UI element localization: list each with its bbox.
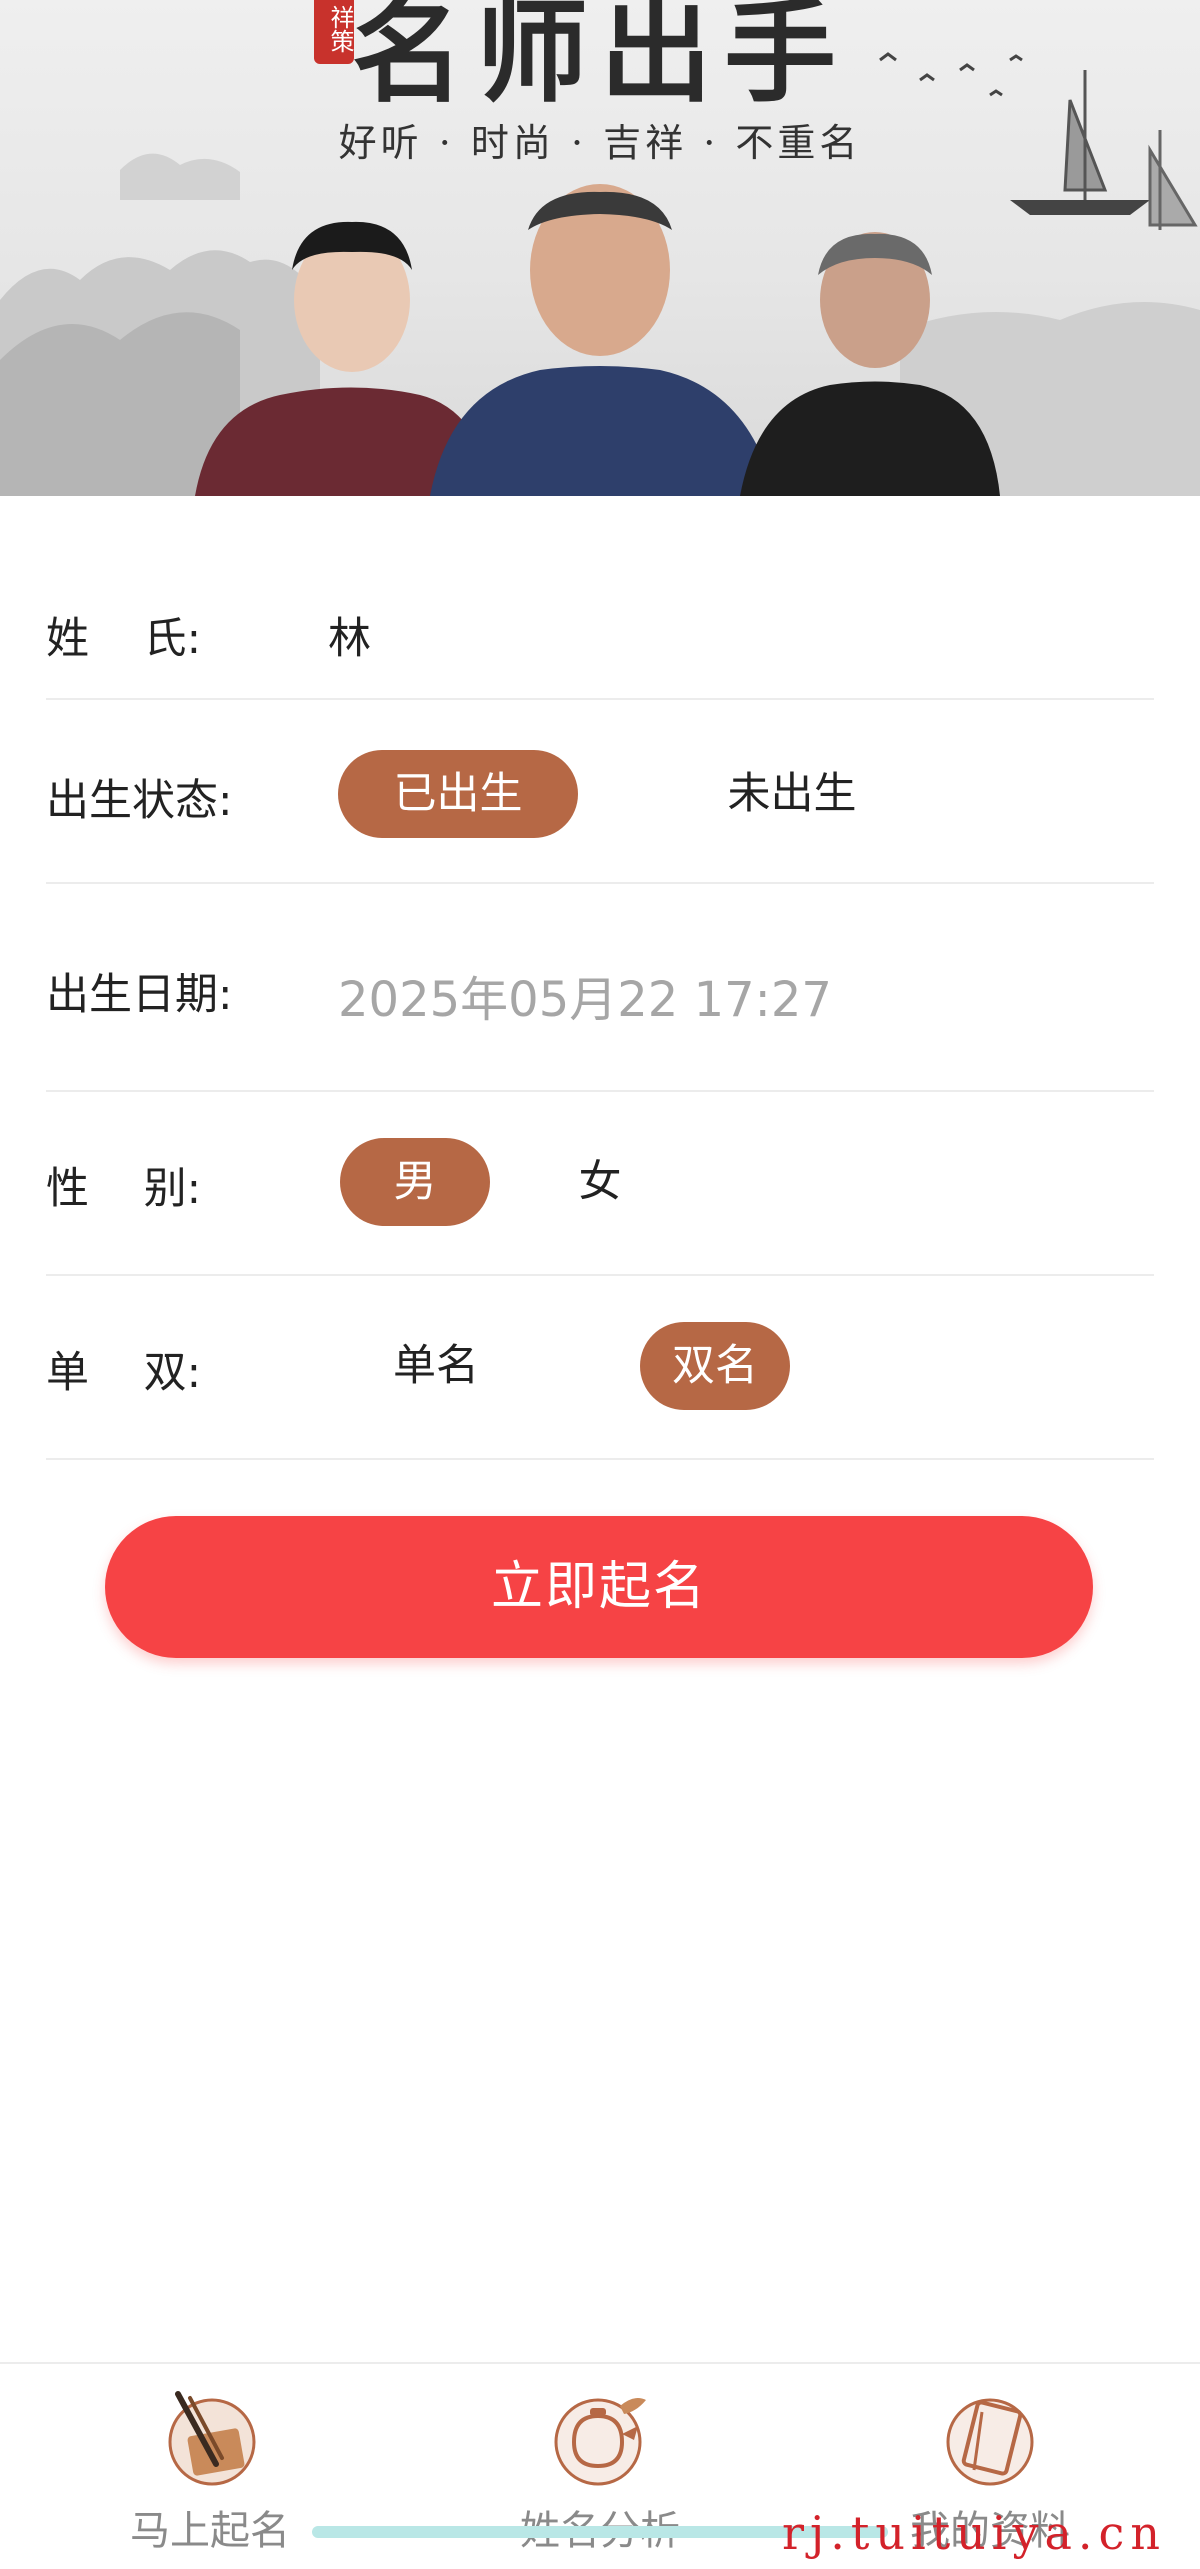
teapot-icon <box>554 2398 646 2486</box>
brush-icon <box>168 2391 256 2486</box>
birth-date-row: 出生日期: 2025年05月22 17:27 <box>46 884 1154 1092</box>
banner-title: 名师出手 <box>352 0 848 118</box>
option-male[interactable]: 男 <box>340 1138 490 1226</box>
banner-subtitle: 好听 · 时尚 · 吉祥 · 不重名 <box>338 121 862 165</box>
surname-row: 姓 氏: 林 <box>46 496 1154 700</box>
option-born[interactable]: 已出生 <box>338 750 578 838</box>
birth-status-row: 出生状态: 已出生 未出生 <box>46 700 1154 884</box>
book-icon <box>946 2398 1034 2486</box>
site-watermark: rj.tuituiya.cn <box>782 2506 1166 2560</box>
option-double-name[interactable]: 双名 <box>640 1322 790 1410</box>
birth-status-label: 出生状态: <box>46 776 233 826</box>
birth-date-picker[interactable]: 2025年05月22 17:27 <box>338 960 832 1030</box>
submit-naming-button[interactable]: 立即起名 <box>105 1516 1093 1658</box>
gender-label: 性 别: <box>46 1164 202 1214</box>
nav-item-quick-naming[interactable]: 马上起名 <box>60 2364 360 2569</box>
option-single-name[interactable]: 单名 <box>346 1322 526 1410</box>
surname-input[interactable]: 林 <box>328 604 371 666</box>
option-female[interactable]: 女 <box>550 1138 650 1226</box>
option-unborn[interactable]: 未出生 <box>672 750 912 838</box>
naming-form: 姓 氏: 林 出生状态: 已出生 未出生 出生日期: 2025年05月22 17… <box>46 496 1154 1460</box>
gender-row: 性 别: 男 女 <box>46 1092 1154 1276</box>
surname-label: 姓 氏: <box>46 614 202 664</box>
hero-banner: 祥策 名师出手 好听 · 时尚 · 吉祥 · 不重名 <box>0 0 1200 496</box>
birth-date-label: 出生日期: <box>46 970 233 1020</box>
nav-item-name-analysis[interactable]: 姓名分析 <box>450 2364 750 2569</box>
name-length-label: 单 双: <box>46 1348 202 1398</box>
name-length-row: 单 双: 单名 双名 <box>46 1276 1154 1460</box>
